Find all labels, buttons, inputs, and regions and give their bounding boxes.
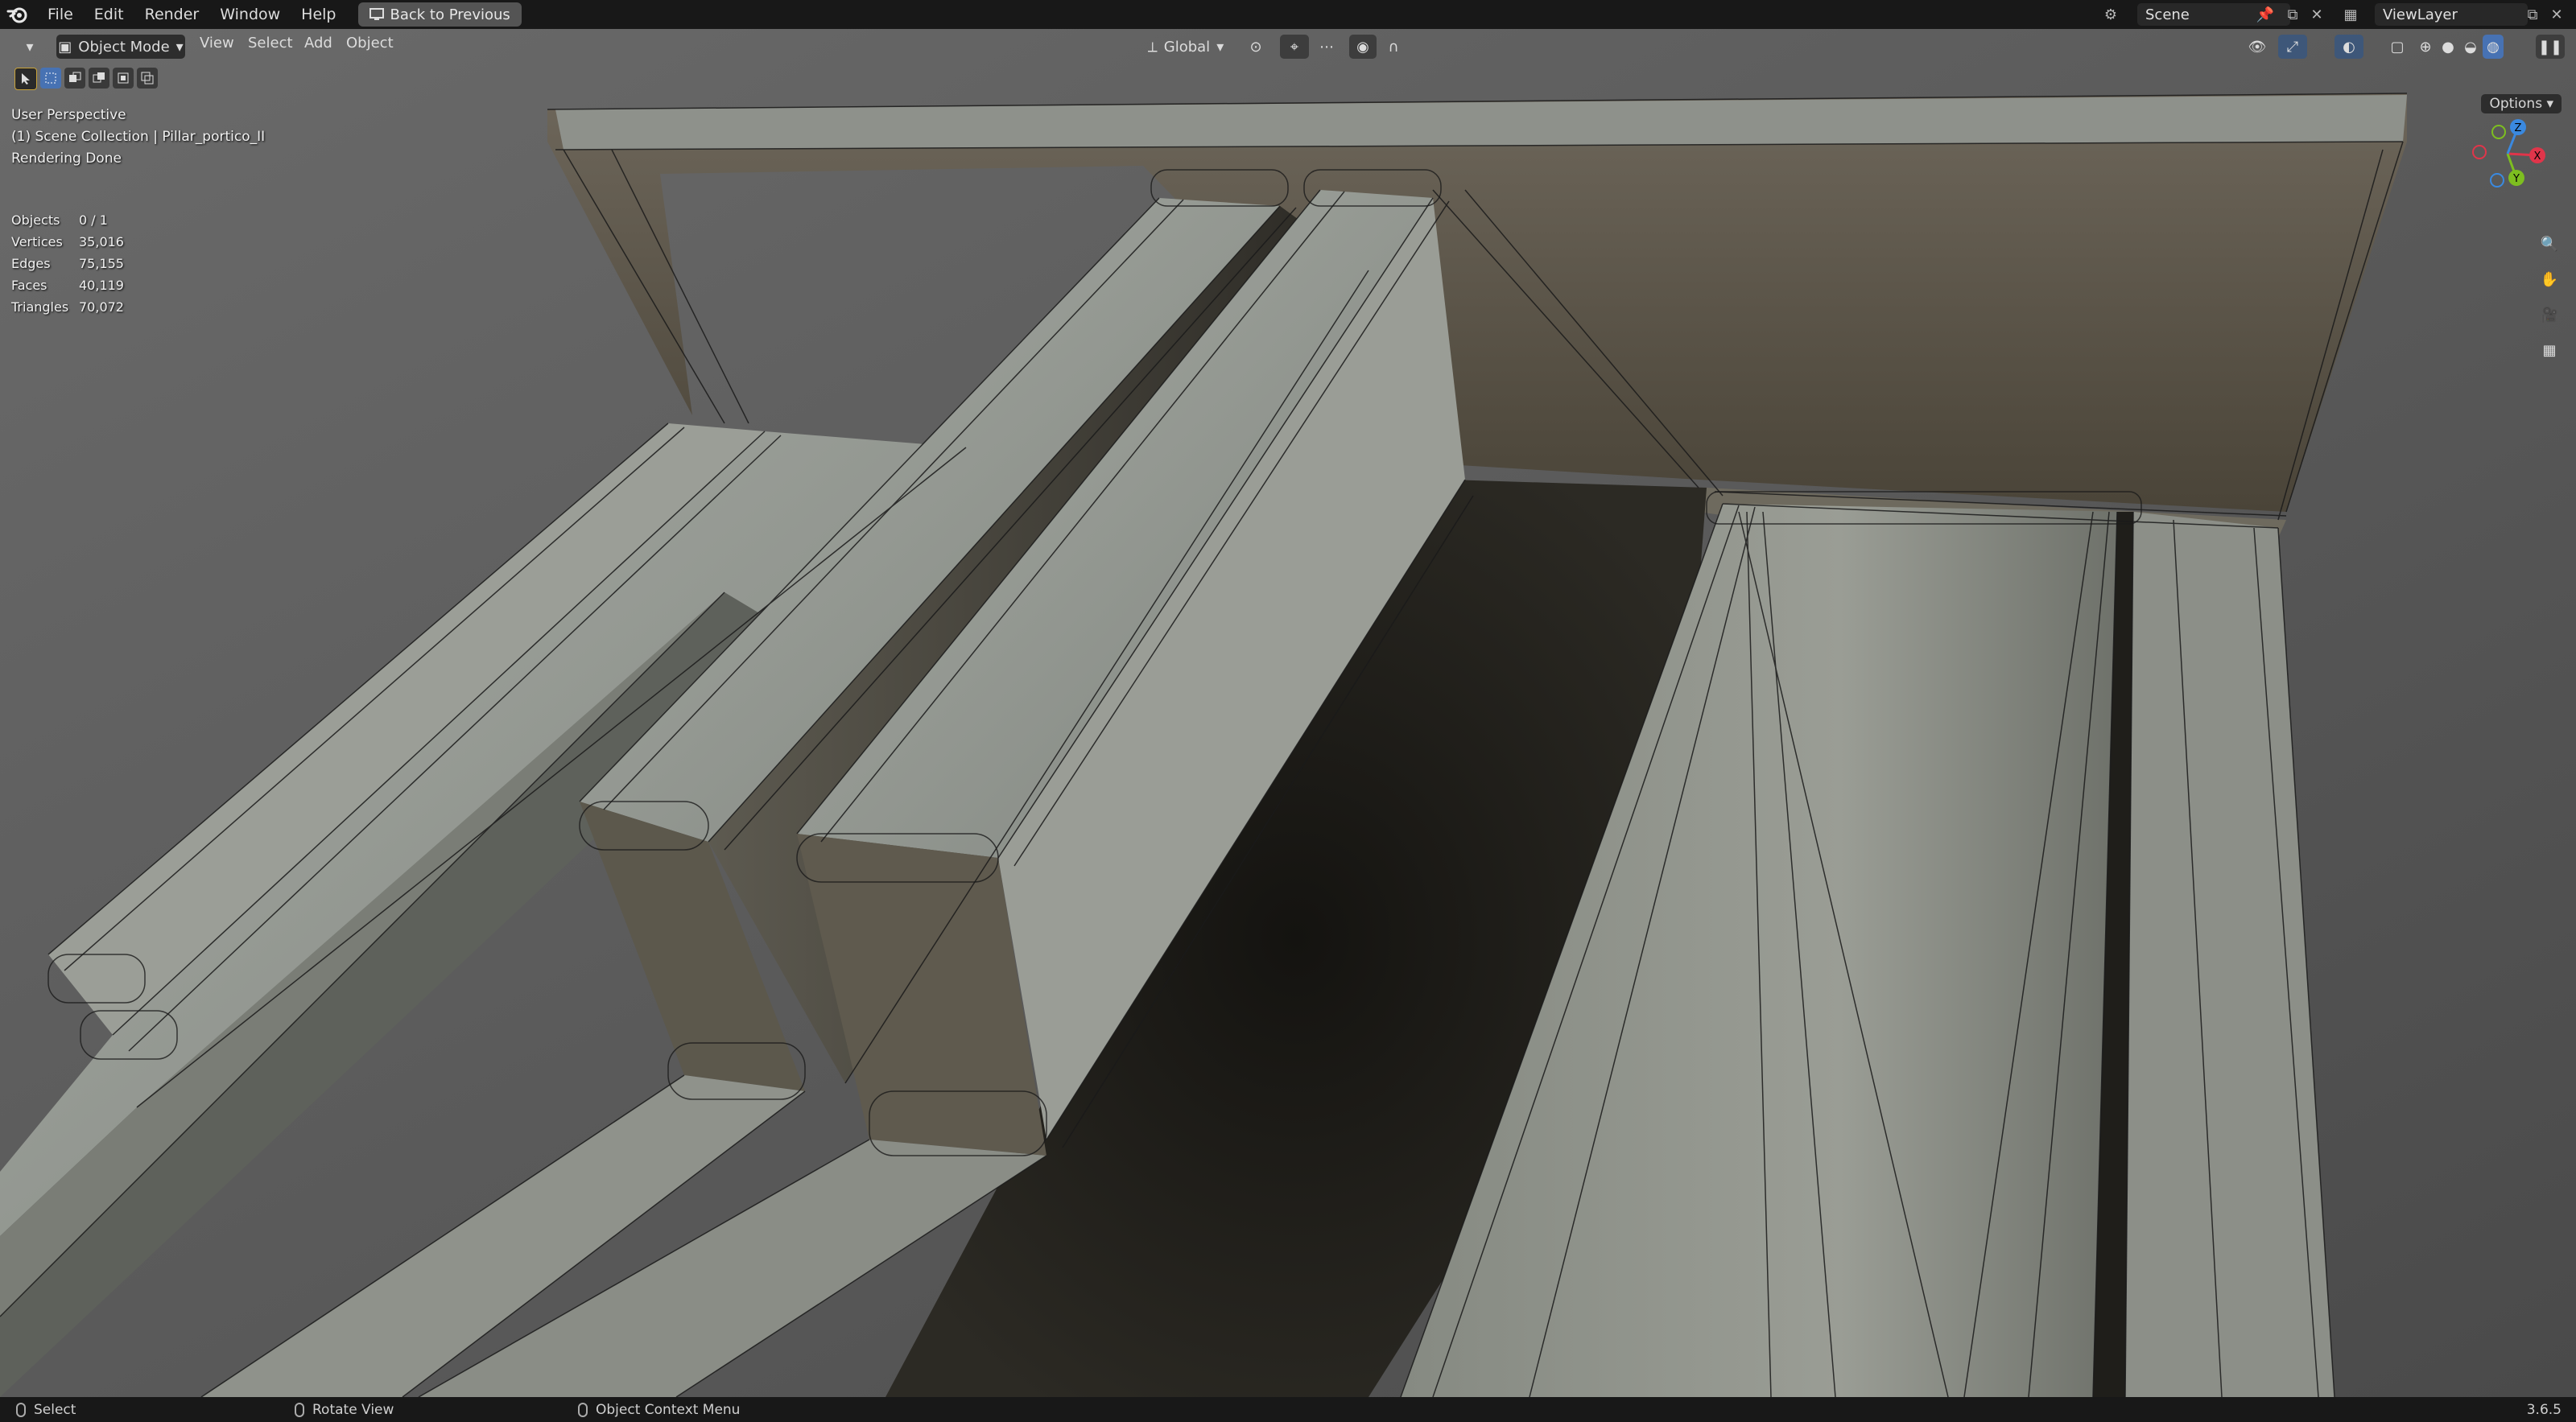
view-layer-name: ViewLayer — [2383, 6, 2458, 23]
viewport-info: User Perspective (1) Scene Collection | … — [11, 105, 265, 170]
snap-target-icon[interactable]: ⋯ — [1312, 35, 1341, 59]
navigation-tools: 🔍 ✋ 🎥 ▦ — [2536, 230, 2563, 364]
overlay-toggle-icon[interactable]: ◐ — [2334, 35, 2363, 59]
top-menu-bar: File Edit Render Window Help Back to Pre… — [0, 0, 2576, 29]
status-select: Select — [16, 1402, 76, 1418]
y-axis-label: Y — [2512, 173, 2520, 185]
z-axis-label: Z — [2515, 122, 2522, 134]
orientation-icon: ⟂ — [1147, 38, 1158, 56]
object-mode-icon: ▣ — [58, 38, 72, 56]
status-rotate-label: Rotate View — [312, 1401, 394, 1418]
zoom-icon[interactable]: 🔍 — [2536, 230, 2563, 258]
ortho-grid-icon[interactable]: ▦ — [2536, 336, 2563, 364]
mouse-middle-icon — [295, 1402, 304, 1417]
neg-y-handle[interactable] — [2491, 125, 2506, 139]
material-shading-icon[interactable]: ◒ — [2460, 35, 2481, 59]
orientation-label: Global — [1163, 38, 1211, 56]
status-context: Object Context Menu — [578, 1402, 740, 1418]
menu-edit[interactable]: Edit — [84, 6, 134, 23]
status-select-label: Select — [34, 1401, 76, 1418]
mode-label: Object Mode — [78, 38, 170, 56]
pin-icon[interactable]: 📌 — [2256, 5, 2275, 24]
menu-render[interactable]: Render — [134, 6, 210, 23]
select-new-icon[interactable] — [40, 68, 61, 89]
navigation-gizmo[interactable]: X Y Z — [2463, 109, 2552, 198]
3d-viewport[interactable]: ▾ ▣ Object Mode ▾ View Select Add Object… — [0, 29, 2576, 1397]
viewport-header: ▾ ▣ Object Mode ▾ View Select Add Object… — [0, 29, 2576, 64]
select-tool-row — [14, 68, 158, 90]
sidebar-toggle-icon[interactable]: ❚❚ — [2536, 35, 2565, 59]
visibility-icon[interactable]: 👁 — [2243, 35, 2272, 59]
view-layer-field[interactable]: ViewLayer — [2375, 3, 2528, 26]
stat-row: Objects 0 / 1 — [11, 212, 108, 228]
mouse-right-icon — [578, 1402, 588, 1417]
menu-view[interactable]: View — [200, 35, 234, 52]
mode-select[interactable]: ▣ Object Mode ▾ — [56, 35, 185, 59]
select-intersect-icon[interactable] — [137, 68, 158, 89]
new-scene-icon[interactable]: ⧉ — [2283, 5, 2302, 24]
scene-name: Scene — [2145, 6, 2190, 23]
back-to-previous-label: Back to Previous — [390, 6, 510, 23]
neg-z-handle[interactable] — [2490, 173, 2504, 188]
xray-icon[interactable]: ▢ — [2388, 35, 2407, 59]
chevron-down-icon: ▾ — [175, 38, 184, 56]
collection-label: (1) Scene Collection | Pillar_portico_II — [11, 129, 266, 145]
stat-row: Edges 75,155 — [11, 256, 124, 271]
select-cursor-icon[interactable] — [14, 68, 37, 90]
stat-row: Faces 40,119 — [11, 278, 124, 293]
close-scene-icon[interactable]: ✕ — [2307, 5, 2326, 24]
mouse-left-icon — [16, 1402, 26, 1417]
status-context-label: Object Context Menu — [596, 1401, 741, 1418]
screen-icon — [369, 8, 384, 20]
blender-logo-icon[interactable] — [6, 3, 29, 26]
menu-window[interactable]: Window — [209, 6, 291, 23]
back-to-previous-button[interactable]: Back to Previous — [357, 2, 522, 27]
falloff-icon[interactable]: ∩ — [1380, 35, 1407, 59]
editor-type-icon[interactable]: ▾ — [11, 35, 48, 59]
pivot-icon[interactable]: ⊙ — [1240, 35, 1272, 59]
solid-shading-icon[interactable]: ● — [2438, 35, 2458, 59]
version-label: 3.6.5 — [2526, 1401, 2562, 1418]
menu-object[interactable]: Object — [346, 35, 394, 52]
wireframe-shading-icon[interactable]: ⊕ — [2415, 35, 2436, 59]
camera-view-icon[interactable]: 🎥 — [2536, 301, 2563, 328]
transform-orientation-select[interactable]: ⟂ Global ▾ — [1141, 35, 1230, 59]
perspective-label: User Perspective — [11, 107, 126, 123]
menu-add[interactable]: Add — [304, 35, 332, 52]
stat-row: Triangles 70,072 — [11, 299, 124, 315]
status-bar: Select Rotate View Object Context Menu 3… — [0, 1397, 2576, 1422]
scene-browse-icon[interactable]: ⚙ — [2101, 5, 2120, 24]
status-rotate: Rotate View — [295, 1402, 394, 1418]
x-axis-label: X — [2534, 150, 2541, 163]
select-extend-icon[interactable] — [64, 68, 85, 89]
rendered-shading-icon[interactable]: ◍ — [2483, 35, 2504, 59]
new-view-layer-icon[interactable]: ⧉ — [2523, 5, 2542, 24]
view-layer-browse-icon[interactable]: ▦ — [2341, 5, 2360, 24]
pan-hand-icon[interactable]: ✋ — [2536, 266, 2563, 293]
gizmo-toggle-icon[interactable]: ⤢ — [2278, 35, 2307, 59]
render-status-label: Rendering Done — [11, 150, 122, 167]
menu-help[interactable]: Help — [291, 6, 346, 23]
proportional-edit-icon[interactable]: ◉ — [1349, 35, 1377, 59]
menu-file[interactable]: File — [37, 6, 84, 23]
select-subtract-icon[interactable] — [89, 68, 109, 89]
snap-toggle-icon[interactable]: ⌖ — [1280, 35, 1309, 59]
neg-x-handle[interactable] — [2472, 145, 2487, 159]
viewport-render — [0, 29, 2576, 1397]
chevron-down-icon: ▾ — [1216, 38, 1224, 56]
stat-row: Vertices 35,016 — [11, 234, 124, 249]
select-invert-icon[interactable] — [113, 68, 134, 89]
close-view-layer-icon[interactable]: ✕ — [2547, 5, 2566, 24]
menu-select[interactable]: Select — [248, 35, 293, 52]
scene-statistics: Objects 0 / 1 Vertices 35,016 Edges 75,155 … — [11, 209, 124, 318]
